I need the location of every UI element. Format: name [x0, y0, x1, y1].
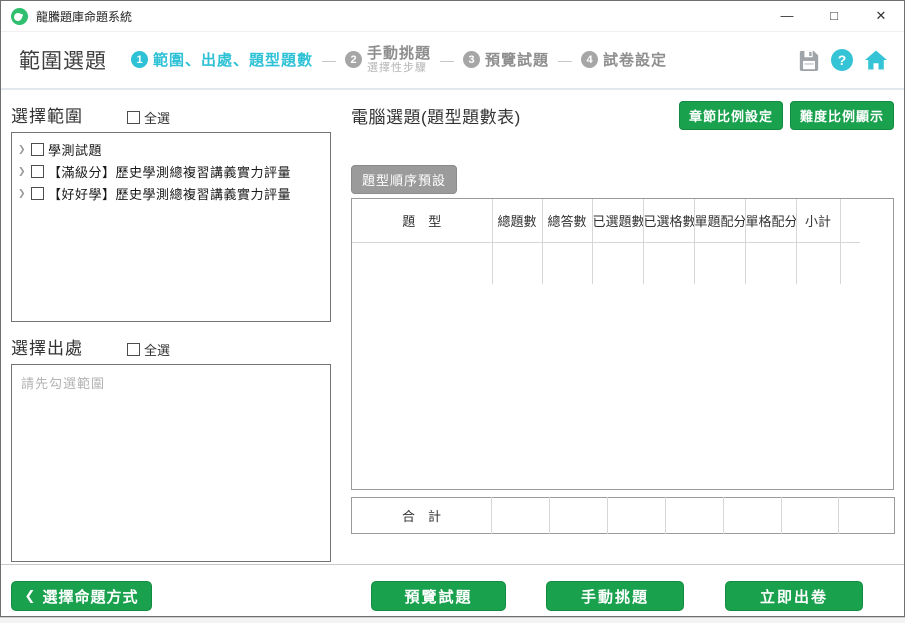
step-3-number: 3 [463, 51, 480, 68]
select-all-label: 全選 [144, 340, 170, 359]
select-all-label: 全選 [144, 108, 170, 127]
total-label: 合 計 [352, 498, 492, 534]
tree-item-checkbox[interactable] [31, 143, 44, 156]
step-1-range[interactable]: 1 範圍、出處、題型題數 [131, 49, 313, 70]
minimize-button[interactable]: — [780, 8, 794, 24]
question-type-table-container: 題 型 總題數 總答數 已選題數 已選格數 單題配分 單格配分 小計 [351, 198, 894, 490]
select-range-select-all[interactable]: 全選 [127, 108, 170, 127]
header: 範圍選題 1 範圍、出處、題型題數 — 2 手動挑題 選擇性步驟 — 3 預覽試… [1, 32, 904, 90]
step-2-sublabel: 選擇性步驟 [367, 62, 431, 75]
range-tree: ❯ 學測試題 ❯ 【滿級分】歷史學測總複習講義實力評量 ❯ 【好好學】歷史學測總… [11, 132, 331, 322]
step-dash: — [558, 52, 572, 68]
step-dash: — [440, 52, 454, 68]
wizard-steps: 1 範圍、出處、題型題數 — 2 手動挑題 選擇性步驟 — 3 預覽試題 — 4… [131, 45, 667, 75]
step-dash: — [322, 52, 336, 68]
step-4-label: 試卷設定 [603, 49, 667, 70]
page-title: 範圍選題 [19, 45, 107, 75]
desktop-strip [0, 617, 905, 623]
titlebar: 龍騰題庫命題系統 — □ ✕ [1, 1, 904, 32]
computer-selection-title: 電腦選題(題型題數表) [351, 103, 521, 128]
maximize-button[interactable]: □ [827, 8, 841, 24]
preview-questions-button[interactable]: 預覽試題 [371, 581, 506, 611]
select-source-select-all[interactable]: 全選 [127, 340, 170, 359]
main-content: 選擇範圍 全選 ❯ 學測試題 ❯ 【滿級分】歷史學測總複習講義實力評量 [1, 90, 904, 564]
home-icon[interactable] [864, 48, 888, 72]
select-range-title: 選擇範圍 [11, 102, 83, 127]
close-button[interactable]: ✕ [874, 8, 888, 24]
total-row-table: 合 計 [351, 497, 895, 534]
tree-item[interactable]: ❯ 【滿級分】歷史學測總複習講義實力評量 [14, 160, 328, 182]
tree-item-label: 【好好學】歷史學測總複習講義實力評量 [48, 184, 291, 203]
col-selected-questions: 已選題數 [592, 199, 643, 242]
back-arrow-icon: ❮ [25, 588, 37, 604]
select-source-title: 選擇出處 [11, 334, 83, 359]
step-4-number: 4 [581, 51, 598, 68]
manual-pick-button[interactable]: 手動挑題 [546, 581, 684, 611]
app-logo-icon [11, 8, 28, 25]
step-2-number: 2 [345, 51, 362, 68]
select-all-checkbox[interactable] [127, 111, 140, 124]
tree-item-label: 學測試題 [48, 140, 102, 159]
window-controls: — □ ✕ [780, 8, 904, 24]
tree-item[interactable]: ❯ 學測試題 [14, 138, 328, 160]
tree-item-checkbox[interactable] [31, 187, 44, 200]
total-row: 合 計 [352, 498, 895, 534]
expand-chevron-icon[interactable]: ❯ [18, 166, 26, 177]
expand-chevron-icon[interactable]: ❯ [18, 144, 26, 155]
question-type-order-preset-button[interactable]: 題型順序預設 [351, 165, 457, 194]
back-button-label: 選擇命題方式 [42, 586, 138, 607]
col-total-answers: 總答數 [542, 199, 592, 242]
right-panel: 電腦選題(題型題數表) 章節比例設定 難度比例顯示 題型順序預設 題 型 [351, 90, 894, 564]
col-subtotal: 小計 [796, 199, 840, 242]
difficulty-ratio-button[interactable]: 難度比例顯示 [790, 101, 894, 130]
tree-item-checkbox[interactable] [31, 165, 44, 178]
select-all-checkbox[interactable] [127, 343, 140, 356]
expand-chevron-icon[interactable]: ❯ [18, 188, 26, 199]
source-placeholder: 請先勾選範圍 [21, 376, 105, 391]
source-list: 請先勾選範圍 [11, 364, 331, 562]
step-1-label: 範圍、出處、題型題數 [153, 49, 313, 70]
app-title: 龍騰題庫命題系統 [36, 8, 132, 25]
step-3-preview[interactable]: 3 預覽試題 [463, 49, 549, 70]
help-icon[interactable]: ? [831, 49, 853, 71]
table-header-row: 題 型 總題數 總答數 已選題數 已選格數 單題配分 單格配分 小計 [352, 199, 860, 242]
tree-item[interactable]: ❯ 【好好學】歷史學測總複習講義實力評量 [14, 182, 328, 204]
app-window: 龍騰題庫命題系統 — □ ✕ 範圍選題 1 範圍、出處、題型題數 — 2 手動挑… [0, 0, 905, 617]
footer-bar: ❮ 選擇命題方式 預覽試題 手動挑題 立即出卷 [1, 564, 904, 616]
col-points-per-question: 單題配分 [694, 199, 745, 242]
col-selected-blanks: 已選格數 [643, 199, 694, 242]
col-blank [840, 199, 860, 242]
col-question-type: 題 型 [352, 199, 492, 242]
step-2-label: 手動挑題 [367, 45, 431, 62]
chapter-ratio-button[interactable]: 章節比例設定 [679, 101, 783, 130]
step-4-paper-settings[interactable]: 4 試卷設定 [581, 49, 667, 70]
question-type-table: 題 型 總題數 總答數 已選題數 已選格數 單題配分 單格配分 小計 [352, 199, 860, 284]
col-total-questions: 總題數 [492, 199, 542, 242]
step-3-label: 預覽試題 [485, 49, 549, 70]
table-empty-row [352, 242, 860, 284]
step-1-number: 1 [131, 51, 148, 68]
step-2-manual-pick[interactable]: 2 手動挑題 選擇性步驟 [345, 45, 431, 75]
back-to-selection-mode-button[interactable]: ❮ 選擇命題方式 [11, 581, 152, 611]
generate-paper-button[interactable]: 立即出卷 [725, 581, 863, 611]
save-icon[interactable] [798, 49, 820, 71]
left-panel: 選擇範圍 全選 ❯ 學測試題 ❯ 【滿級分】歷史學測總複習講義實力評量 [11, 90, 331, 564]
tree-item-label: 【滿級分】歷史學測總複習講義實力評量 [48, 162, 291, 181]
header-icons: ? [798, 48, 888, 72]
col-points-per-blank: 單格配分 [745, 199, 796, 242]
